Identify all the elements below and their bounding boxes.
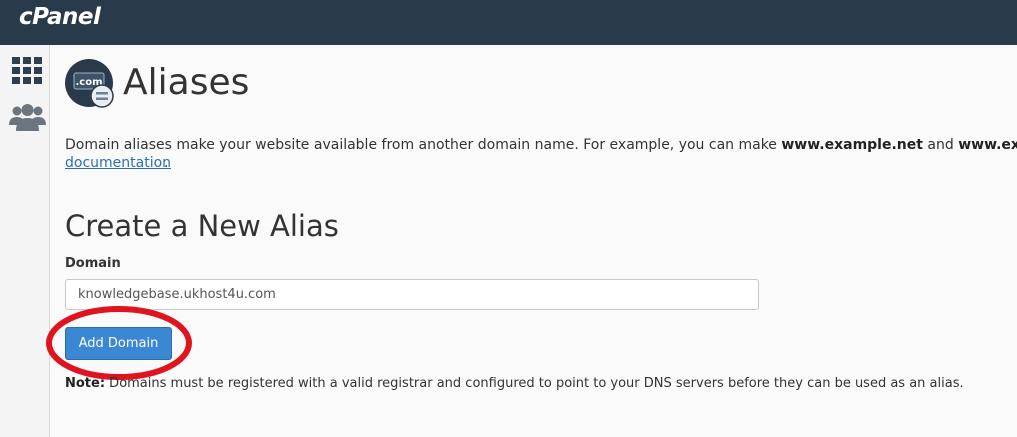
note-label: Note:	[65, 376, 106, 391]
apps-grid-icon[interactable]	[12, 57, 42, 84]
users-icon[interactable]	[9, 103, 46, 131]
note: Note: Domains must be registered with a …	[65, 376, 964, 391]
page-description: Domain aliases make your website availab…	[65, 136, 1017, 154]
aliases-icon: .com	[65, 59, 115, 109]
documentation-link[interactable]: documentation	[65, 154, 171, 172]
note-text: Domains must be registered with a valid …	[105, 376, 964, 391]
page-title: Aliases	[123, 62, 250, 103]
section-title: Create a New Alias	[65, 209, 339, 243]
cpanel-logo[interactable]: cPanel	[19, 4, 101, 30]
domain-label: Domain	[65, 256, 121, 271]
add-domain-button[interactable]: Add Domain	[65, 327, 172, 360]
example-domain-2: www.example.org	[958, 137, 1017, 153]
example-domain-1: www.example.net	[781, 137, 923, 153]
sidebar	[0, 45, 50, 437]
top-bar: cPanel	[0, 0, 1017, 45]
doc-suffix: .	[164, 155, 169, 171]
